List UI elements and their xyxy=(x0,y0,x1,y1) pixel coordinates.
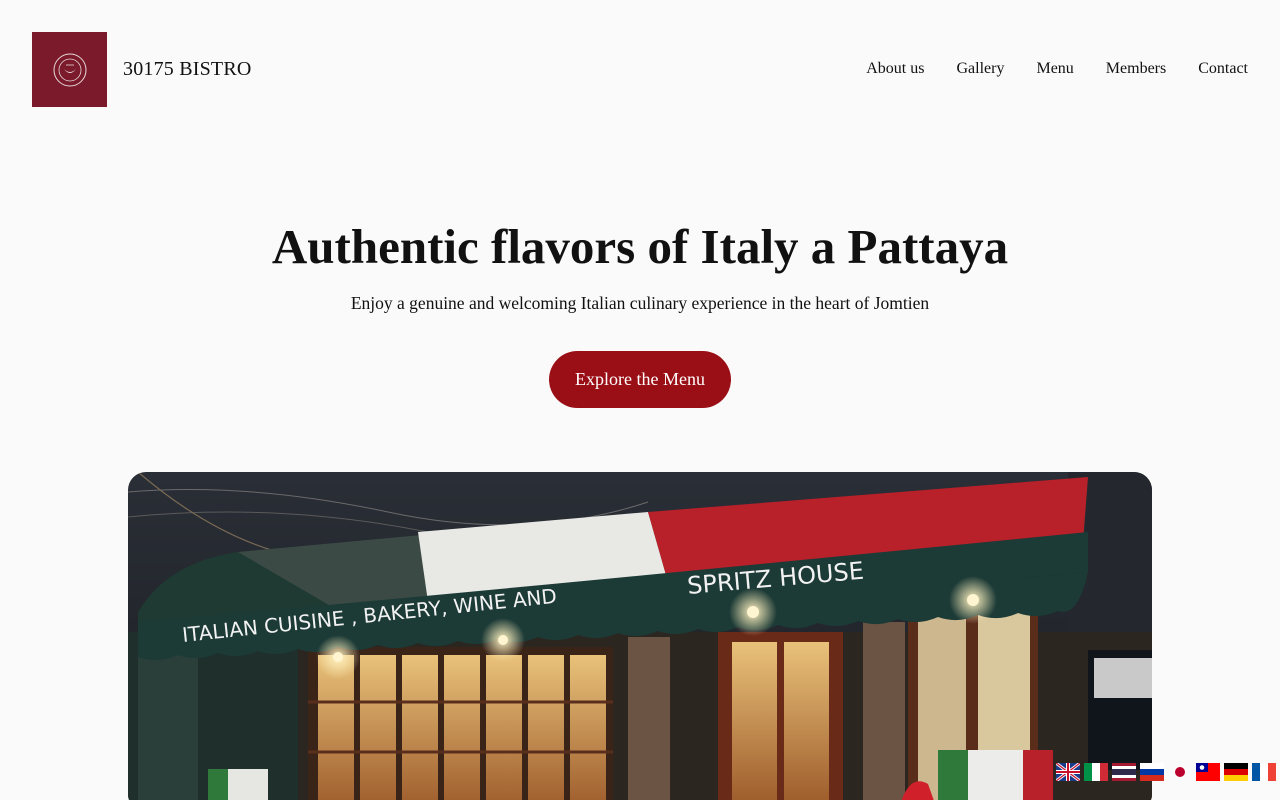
nav-menu[interactable]: Menu xyxy=(1036,60,1073,78)
nav-about-us[interactable]: About us xyxy=(866,60,924,78)
taiwan-flag-icon[interactable] xyxy=(1196,763,1220,781)
nav-contact[interactable]: Contact xyxy=(1198,60,1248,78)
uk-flag-icon[interactable] xyxy=(1056,763,1080,781)
germany-flag-icon[interactable] xyxy=(1224,763,1248,781)
thailand-flag-icon[interactable] xyxy=(1112,763,1136,781)
russia-flag-icon[interactable] xyxy=(1140,763,1164,781)
explore-menu-button[interactable]: Explore the Menu xyxy=(549,351,731,408)
restaurant-storefront-photo: ITALIAN CUISINE , BAKERY, WINE AND SPRIT… xyxy=(128,472,1152,800)
brand-name[interactable]: 30175 BISTRO xyxy=(123,58,252,81)
nav-members[interactable]: Members xyxy=(1106,60,1166,78)
japan-flag-icon[interactable] xyxy=(1168,763,1192,781)
italy-flag-icon[interactable] xyxy=(1084,763,1108,781)
bistro-crest-icon xyxy=(53,53,86,86)
main-nav: About us Gallery Menu Members Contact xyxy=(866,60,1248,78)
hero-title: Authentic flavors of Italy a Pattaya xyxy=(271,219,1009,274)
language-switcher xyxy=(1056,762,1276,782)
france-flag-icon[interactable] xyxy=(1252,763,1276,781)
hero-subtitle: Enjoy a genuine and welcoming Italian cu… xyxy=(350,293,930,313)
logo[interactable] xyxy=(32,32,107,107)
nav-gallery[interactable]: Gallery xyxy=(956,60,1004,78)
site-header: 30175 BISTRO About us Gallery Menu Membe… xyxy=(0,0,1280,140)
